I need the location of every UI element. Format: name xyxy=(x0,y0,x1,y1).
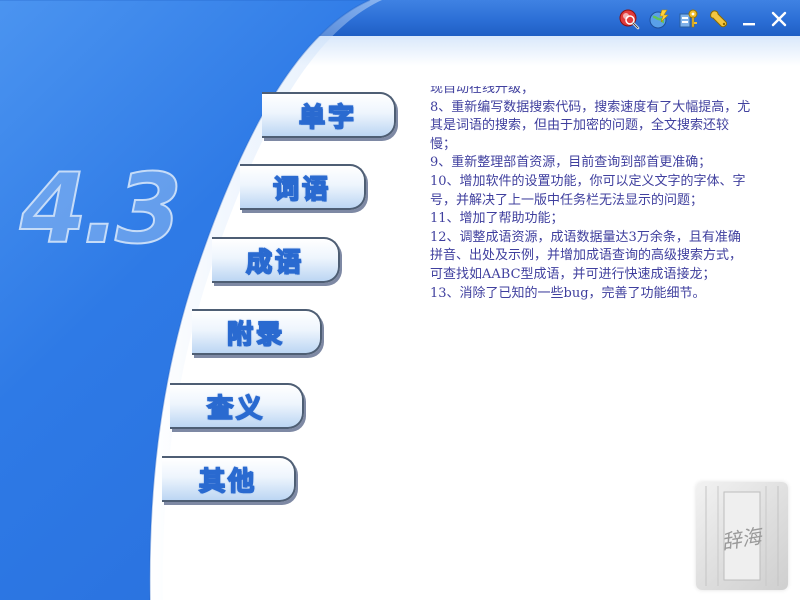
update-note-line: 12、调整成语资源，成语数据量达3万余条，且有准确拼音、出处及示例，并增加成语查… xyxy=(430,229,743,282)
window-controls xyxy=(616,6,792,32)
dictionary-stamp: 辞海 xyxy=(696,482,788,590)
nav-tab-label: 词语 xyxy=(272,174,331,206)
close-button[interactable] xyxy=(766,6,792,32)
update-globe-icon[interactable] xyxy=(646,6,672,32)
update-note-line: 13、消除了已知的一些bug，完善了功能细节。 xyxy=(430,285,706,301)
nav-tab-label: 单字 xyxy=(298,102,357,134)
update-notes-text: 现自动在线升级； 8、重新编写数据搜索代码，搜索速度有了大幅提高，尤其是词语的搜… xyxy=(430,86,752,303)
update-note-line: 11、增加了帮助功能； xyxy=(430,211,564,227)
app-window: 4.3 单字 词语 成语 附录 查义 其他 现自动在线升级； 8、重新编写数据搜… xyxy=(0,0,800,600)
update-note-line: 9、重新整理部首资源，目前查询到部首更准确； xyxy=(430,155,712,171)
search-globe-icon[interactable] xyxy=(616,6,642,32)
nav-tab-label: 其他 xyxy=(198,466,257,498)
nav-tab-idioms[interactable]: 成语 xyxy=(212,237,340,283)
version-watermark: 4.3 xyxy=(18,152,183,266)
version-watermark-text: 4.3 xyxy=(19,153,178,265)
minimize-button[interactable] xyxy=(736,6,762,32)
nav-tab-label: 附录 xyxy=(226,319,285,351)
nav-tab-meaning-search[interactable]: 查义 xyxy=(170,383,304,429)
nav-tab-appendix[interactable]: 附录 xyxy=(192,309,322,355)
update-note-line: 10、增加软件的设置功能，你可以定义文字的字体、字号，并解决了上一版中任务栏无法… xyxy=(430,173,746,208)
nav-tab-other[interactable]: 其他 xyxy=(162,456,296,502)
update-note-line: 8、重新编写数据搜索代码，搜索速度有了大幅提高，尤其是词语的搜索，但由于加密的问… xyxy=(430,99,751,152)
settings-wrench-icon[interactable] xyxy=(706,6,732,32)
update-note-line: 现自动在线升级； xyxy=(430,86,535,96)
nav-tab-single-char[interactable]: 单字 xyxy=(262,92,396,138)
nav-tab-words[interactable]: 词语 xyxy=(240,164,366,210)
nav-tab-label: 成语 xyxy=(245,247,304,279)
key-icon[interactable] xyxy=(676,6,702,32)
nav-tab-label: 查义 xyxy=(206,393,265,425)
